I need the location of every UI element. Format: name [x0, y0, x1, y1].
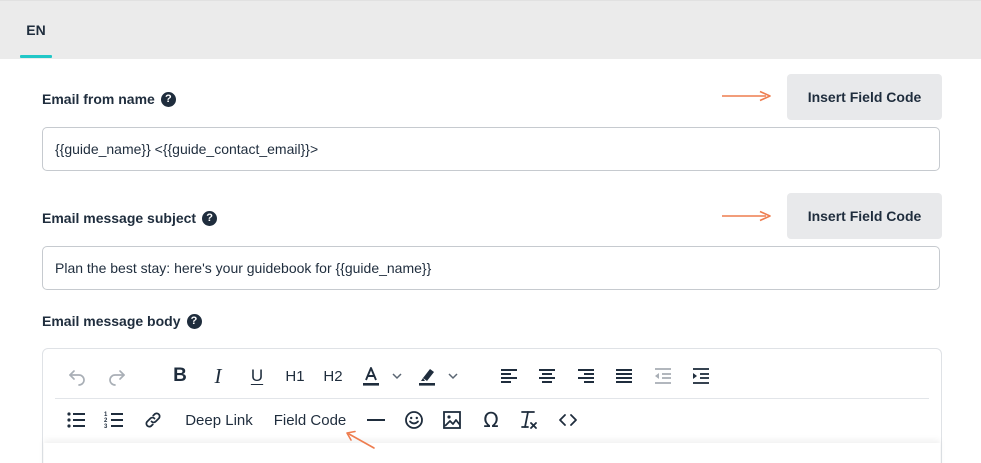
highlight-icon[interactable]	[415, 361, 439, 391]
tab-en[interactable]: EN	[20, 1, 52, 58]
heading-2-label: H2	[323, 367, 343, 385]
toolbar-divider	[55, 398, 929, 399]
heading-1-button[interactable]: H1	[283, 361, 307, 391]
chevron-down-icon[interactable]	[445, 361, 461, 391]
subject-label: Email message subject ?	[42, 210, 218, 226]
numbered-list-icon[interactable]: 123	[103, 405, 125, 435]
heading-1-label: H1	[285, 367, 305, 385]
rich-text-editor: B I U H1 H2 1 2 3 Deep Link Field Code Ω	[42, 348, 942, 463]
bullet-list-icon[interactable]	[65, 405, 87, 435]
email-settings-page: EN Email from name ? Insert Field Code {…	[0, 0, 981, 463]
from-name-input[interactable]: {{guide_name}} <{{guide_contact_email}}>	[42, 127, 940, 171]
align-justify-icon[interactable]	[613, 361, 635, 391]
special-character-icon[interactable]: Ω	[480, 405, 502, 435]
link-icon[interactable]	[142, 405, 164, 435]
help-icon[interactable]: ?	[186, 313, 202, 329]
text-color-icon[interactable]	[360, 361, 382, 391]
indent-icon[interactable]	[690, 361, 712, 391]
editor-toolbar-row-2: 123 Deep Link Field Code Ω	[55, 403, 927, 437]
editor-content-area[interactable]	[44, 443, 940, 463]
field-code-label: Field Code	[273, 411, 347, 429]
heading-2-button[interactable]: H2	[320, 361, 346, 391]
source-code-icon[interactable]	[557, 405, 579, 435]
outdent-icon[interactable]	[652, 361, 674, 391]
omega-glyph: Ω	[483, 408, 499, 432]
chevron-down-icon[interactable]	[389, 361, 405, 391]
subject-input[interactable]: Plan the best stay: here's your guideboo…	[42, 246, 940, 290]
editor-toolbar-row-1: B I U H1 H2	[55, 359, 927, 393]
insert-field-code-button-subject[interactable]: Insert Field Code	[787, 193, 942, 239]
language-tab-bar: EN	[0, 0, 981, 59]
annotation-arrow-icon	[722, 90, 771, 102]
underline-icon[interactable]: U	[246, 361, 268, 391]
image-icon[interactable]	[441, 405, 463, 435]
align-left-icon[interactable]	[498, 361, 520, 391]
help-icon[interactable]: ?	[202, 210, 218, 226]
clear-format-icon[interactable]	[518, 405, 540, 435]
body-label: Email message body ?	[42, 313, 202, 329]
bold-icon[interactable]: B	[169, 361, 191, 391]
body-label-text: Email message body	[42, 313, 181, 329]
subject-label-text: Email message subject	[42, 210, 197, 226]
insert-field-code-button-from-name[interactable]: Insert Field Code	[787, 74, 942, 120]
from-name-label-text: Email from name	[42, 91, 155, 107]
active-tab-indicator	[20, 55, 52, 58]
deep-link-button[interactable]: Deep Link	[181, 405, 257, 435]
redo-icon[interactable]	[105, 361, 129, 391]
svg-text:3: 3	[104, 424, 108, 429]
field-code-button[interactable]: Field Code	[270, 405, 350, 435]
align-center-icon[interactable]	[536, 361, 558, 391]
from-name-label: Email from name ?	[42, 91, 176, 107]
undo-icon[interactable]	[65, 361, 89, 391]
emoji-icon[interactable]	[403, 405, 425, 435]
italic-icon[interactable]: I	[207, 361, 229, 391]
align-right-icon[interactable]	[575, 361, 597, 391]
deep-link-label: Deep Link	[185, 411, 253, 429]
help-icon[interactable]: ?	[160, 91, 176, 107]
annotation-arrow-icon	[346, 430, 375, 449]
annotation-arrow-icon	[722, 210, 771, 222]
